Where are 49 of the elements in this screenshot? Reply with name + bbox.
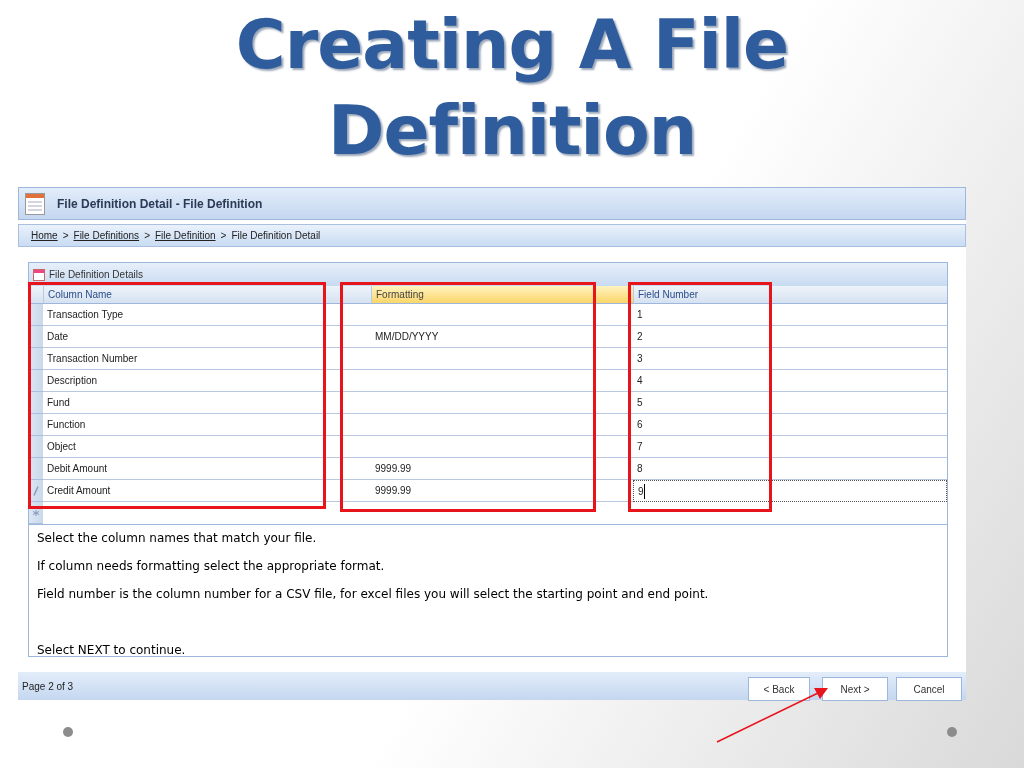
table-cell: 5 bbox=[633, 392, 947, 414]
table-cell: 6 bbox=[633, 414, 947, 436]
window-title: File Definition Detail - File Definition bbox=[57, 195, 263, 213]
breadcrumb-link[interactable]: File Definitions bbox=[73, 228, 140, 243]
bullet-icon bbox=[63, 727, 73, 737]
table-cell: 8 bbox=[633, 458, 947, 480]
wizard-button[interactable]: Cancel bbox=[896, 677, 962, 701]
column-header[interactable]: Column Name bbox=[43, 286, 371, 304]
breadcrumb-text: > bbox=[62, 229, 69, 243]
table-cell: MM/DD/YYYY bbox=[371, 326, 633, 348]
breadcrumb-text: > bbox=[144, 229, 150, 243]
table-cell: 7 bbox=[633, 436, 947, 458]
form-icon bbox=[25, 192, 45, 215]
table-cell: 4 bbox=[633, 370, 947, 392]
instruction-text: If column needs formatting select the appropriate format. bbox=[37, 558, 386, 575]
table-cell: 3 bbox=[633, 348, 947, 370]
page-indicator: Page 2 of 3 bbox=[22, 679, 75, 694]
table-cell: Description bbox=[43, 370, 371, 392]
table-cell: Transaction Type bbox=[43, 304, 371, 326]
breadcrumb-text: > bbox=[220, 229, 227, 243]
table-cell: Transaction Number bbox=[43, 348, 371, 370]
table-cell: 9999.99 bbox=[371, 480, 633, 502]
column-header[interactable]: Field Number bbox=[633, 286, 947, 304]
slide-title: Definition bbox=[327, 90, 697, 172]
table-cell[interactable]: 9 bbox=[633, 480, 947, 502]
instruction-text: Select the column names that match your file. bbox=[37, 530, 318, 547]
table-cell: 2 bbox=[633, 326, 947, 348]
instruction-text: Field number is the column number for a CSV file, for excel files you will select the starting point and end point. bbox=[37, 586, 710, 603]
column-header[interactable]: Formatting bbox=[371, 286, 633, 304]
panel-icon bbox=[33, 268, 45, 281]
breadcrumb-text: File Definition Detail bbox=[231, 229, 321, 243]
table-cell: Credit Amount bbox=[43, 480, 371, 502]
table-cell: 1 bbox=[633, 304, 947, 326]
slide-title: Creating A File bbox=[235, 4, 789, 86]
table-cell: 9999.99 bbox=[371, 458, 633, 480]
wizard-button[interactable]: Next > bbox=[822, 677, 888, 701]
wizard-button[interactable]: < Back bbox=[748, 677, 810, 701]
table-cell: Fund bbox=[43, 392, 371, 414]
new-row-icon bbox=[33, 509, 39, 516]
panel-title: File Definition Details bbox=[49, 268, 143, 282]
instruction-text: Select NEXT to continue. bbox=[37, 642, 187, 656]
pencil-icon bbox=[33, 485, 39, 496]
table-cell: Date bbox=[43, 326, 371, 348]
table-cell: Function bbox=[43, 414, 371, 436]
breadcrumb-link[interactable]: File Definition bbox=[154, 228, 216, 243]
table-cell: Object bbox=[43, 436, 371, 458]
bullet-icon bbox=[947, 727, 957, 737]
breadcrumb-link[interactable]: Home bbox=[31, 228, 58, 243]
table-cell: Debit Amount bbox=[43, 458, 371, 480]
